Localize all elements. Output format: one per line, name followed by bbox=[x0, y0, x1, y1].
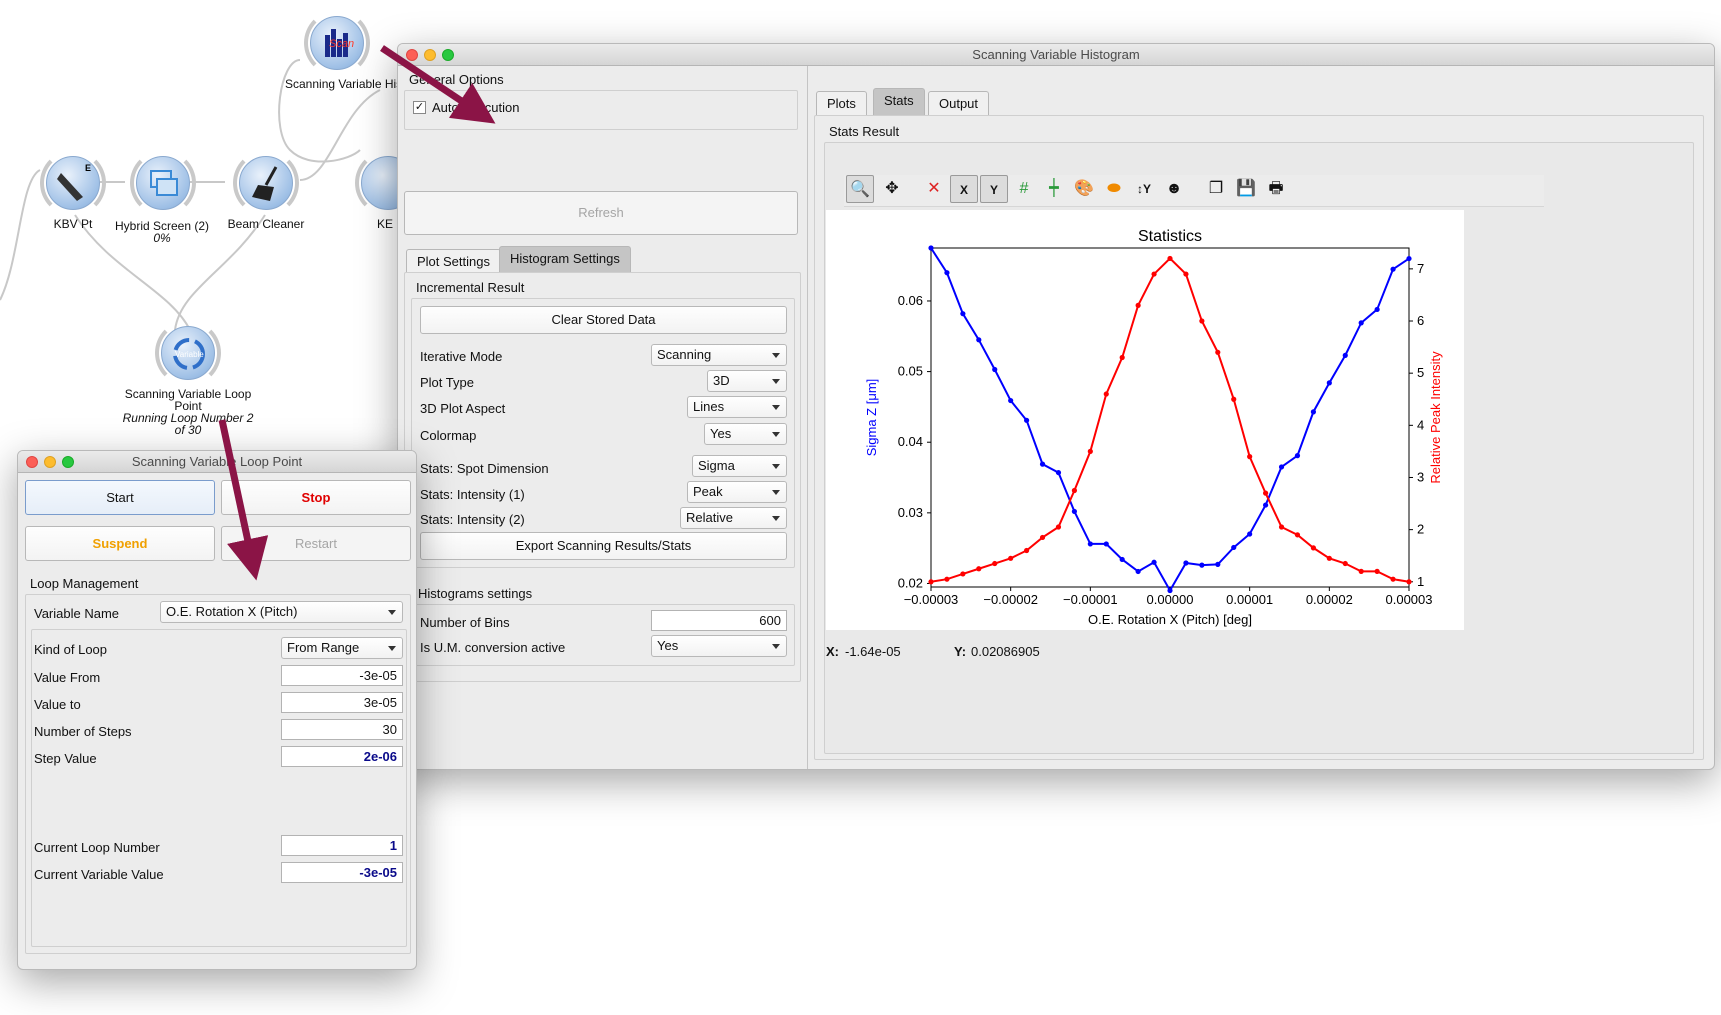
annotation-arrows bbox=[218, 45, 496, 581]
arrow-to-loop-point bbox=[218, 419, 269, 581]
arrow-to-histogram bbox=[380, 45, 496, 124]
